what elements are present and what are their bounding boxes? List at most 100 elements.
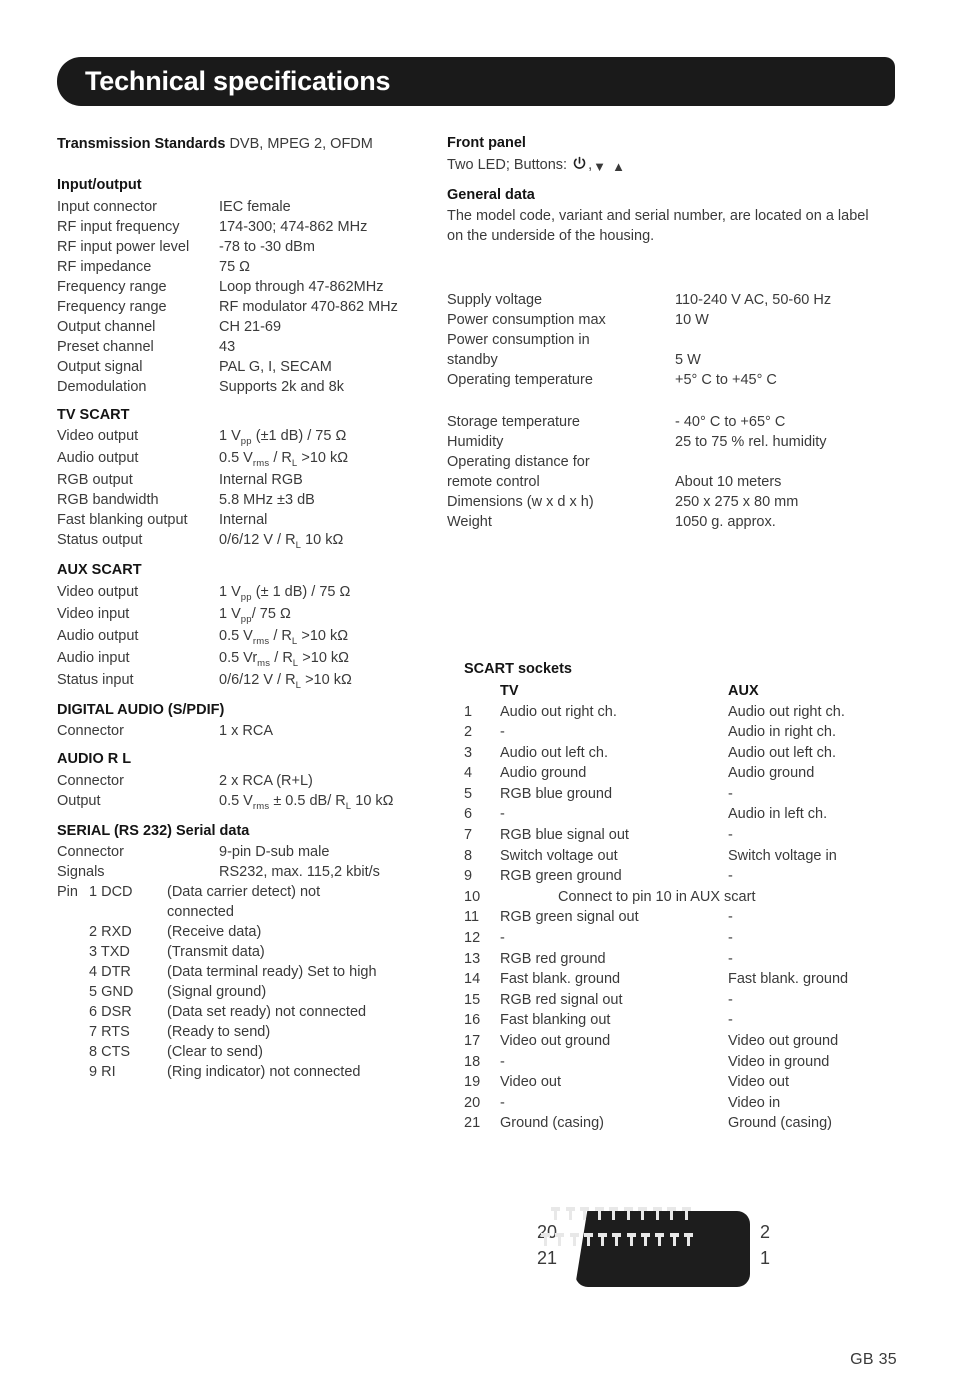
scart-row: 5 RGB blue ground - — [464, 784, 897, 805]
spec-value: 9-pin D-sub male — [219, 844, 330, 860]
scart-table-header: TV AUX — [464, 681, 897, 702]
spec-value: +5° C to +45° C — [675, 372, 777, 388]
spec-value: Loop through 47-862MHz — [219, 278, 384, 295]
spec-label: RGB output — [57, 472, 133, 488]
connector-pin — [681, 1207, 691, 1220]
serial-pin-row: 4 DTR (Data terminal ready) Set to high — [57, 962, 447, 982]
spec-value: 0.5 Vrms ± 0.5 dB/ RL 10 kΩ — [219, 792, 394, 812]
connector-pin — [638, 1207, 648, 1220]
scart-pin-aux-value: - — [728, 868, 733, 885]
spec-row: Preset channel 43 — [57, 337, 447, 357]
spec-value: 174-300; 474-862 MHz — [219, 218, 368, 235]
connector-pin — [555, 1233, 565, 1246]
spec-value: 0.5 Vrms / RL >10 kΩ — [219, 627, 349, 647]
scart-pin-aux-value: - — [728, 785, 733, 802]
scart-pin-aux-value: Video out — [728, 1074, 790, 1091]
spec-value: 250 x 275 x 80 mm — [675, 494, 799, 510]
spec-row: Dimensions (w x d x h) 250 x 275 x 80 mm — [447, 492, 897, 512]
serial-pin-desc: (Signal ground) — [167, 984, 267, 1000]
scart-table-body: 1 Audio out right ch. Audio out right ch. 2… — [464, 702, 897, 1134]
spec-row: RF impedance 75 Ω — [57, 257, 447, 277]
triangle-down-icon: ▼ — [593, 158, 607, 174]
section-heading-front-panel: Front panel — [447, 135, 526, 151]
serial-pin-desc: (Receive data) — [167, 924, 262, 940]
serial-pin-prefix — [57, 962, 89, 982]
scart-row: 4 Audio ground Audio ground — [464, 763, 897, 784]
scart-sockets-block: SCART sockets TV AUX 1 Audio out right ch… — [464, 660, 897, 1134]
spec-value: 1 Vpp/ 75 Ω — [219, 605, 291, 625]
serial-pin-prefix — [57, 1042, 89, 1062]
scart-row: 9 RGB green ground - — [464, 866, 897, 887]
serial-pin-desc: (Clear to send) — [167, 1044, 263, 1060]
scart-pin-aux-value: - — [728, 1012, 733, 1029]
scart-row: 11 RGB green signal out - — [464, 907, 897, 928]
serial-pin-row: 7 RTS (Ready to send) — [57, 1022, 447, 1042]
scart-pin-tv-value: - — [500, 1053, 505, 1070]
spec-row: Video input 1 Vpp/ 75 Ω — [57, 604, 447, 626]
spec-row: Status output 0/6/12 V / RL 10 kΩ — [57, 530, 447, 552]
serial-pin-prefix — [57, 1062, 89, 1082]
spec-label: Output signal — [57, 358, 143, 375]
transmission-standards-label: Transmission Standards — [57, 136, 226, 152]
scart-pin-number: 11 — [464, 909, 480, 926]
serial-pin-row: 9 RI (Ring indicator) not connected — [57, 1062, 447, 1082]
scart-pin-number: 3 — [464, 744, 473, 761]
general-data-rows-group1: Supply voltage 110-240 V AC, 50-60 Hz Powe… — [447, 290, 897, 390]
connector-pin — [541, 1233, 550, 1246]
serial-pin-row: Pin 1 DCD (Data carrier detect) not — [57, 882, 447, 902]
spec-value: 1 Vpp (± 1 dB) / 75 Ω — [219, 583, 351, 603]
spec-row: Supply voltage 110-240 V AC, 50-60 Hz — [447, 290, 897, 310]
spec-value: 0/6/12 V / RL >10 kΩ — [219, 671, 352, 691]
section-heading-input-output: Input/output — [57, 177, 142, 193]
right-column: Front panel Two LED; Buttons: ,▼ ▲ Gener… — [447, 134, 897, 1134]
page-title: Technical specifications — [85, 65, 391, 96]
spec-row: Frequency range Loop through 47-862MHz — [57, 277, 447, 297]
spec-row: standby 5 W — [447, 350, 897, 370]
spec-row: RF input power level -78 to -30 dBm — [57, 237, 447, 257]
scart-pin-tv-value: - — [500, 1094, 505, 1111]
scart-row: 1 Audio out right ch. Audio out right ch. — [464, 702, 897, 723]
scart-pin-aux-value: Audio ground — [728, 765, 815, 782]
serial-pin-number: 8 CTS — [89, 1044, 131, 1060]
spec-value: 0.5 Vrms / RL >10 kΩ — [219, 450, 349, 469]
spec-row: Output 0.5 Vrms ± 0.5 dB/ RL 10 kΩ — [57, 791, 447, 813]
serial-pin-number: 9 RI — [89, 1064, 116, 1080]
scart-row: 14 Fast blank. ground Fast blank. ground — [464, 969, 897, 990]
scart-pin-number: 1 — [464, 703, 473, 720]
transmission-standards-value: DVB, MPEG 2, OFDM — [229, 136, 373, 152]
connector-pin — [565, 1207, 575, 1220]
scart-pin-number: 16 — [464, 1012, 481, 1029]
spec-value: IEC female — [219, 198, 291, 215]
spec-label: RGB bandwidth — [57, 492, 159, 508]
scart-row: 15 RGB red signal out - — [464, 990, 897, 1011]
connector-pin — [652, 1207, 662, 1220]
serial-pin-row: 8 CTS (Clear to send) — [57, 1042, 447, 1062]
spec-row: Operating distance for — [447, 452, 897, 472]
spec-label: Supply voltage — [447, 292, 543, 308]
scart-pin-number: 18 — [464, 1053, 481, 1070]
scart-row: 17 Video out ground Video out ground — [464, 1031, 897, 1052]
spec-label: Connector — [57, 723, 124, 739]
spec-value: 110-240 V AC, 50-60 Hz — [675, 292, 832, 308]
spec-label: Dimensions (w x d x h) — [447, 494, 594, 510]
scart-row: 20 - Video in — [464, 1093, 897, 1114]
spec-row: Humidity 25 to 75 % rel. humidity — [447, 432, 897, 452]
scart-pin-aux-value: Audio out right ch. — [728, 703, 845, 720]
section-heading-scart-sockets: SCART sockets — [464, 661, 572, 677]
input-output-rows: Input connector IEC female RF input freque… — [57, 197, 447, 397]
scart-pin-number: 8 — [464, 847, 473, 864]
scart-pin-number: 19 — [464, 1074, 481, 1091]
spec-label: Status output — [57, 532, 143, 548]
scart-pin-number: 10 — [464, 888, 481, 905]
spec-row: Input connector IEC female — [57, 197, 447, 217]
scart-row: 16 Fast blanking out - — [464, 1010, 897, 1031]
connector-pin — [594, 1207, 604, 1220]
spec-row: Signals RS232, max. 115,2 kbit/s — [57, 862, 447, 882]
spec-row: Operating temperature +5° C to +45° C — [447, 370, 897, 390]
spec-value: 43 — [219, 338, 236, 355]
scart-row: 21 Ground (casing) Ground (casing) — [464, 1113, 897, 1134]
spec-row: RF input frequency 174-300; 474-862 MHz — [57, 217, 447, 237]
scart-row: 8 Switch voltage out Switch voltage in — [464, 846, 897, 867]
scart-pin-aux-value: Video in — [728, 1094, 781, 1111]
serial-pin-row: 6 DSR (Data set ready) not connected — [57, 1002, 447, 1022]
